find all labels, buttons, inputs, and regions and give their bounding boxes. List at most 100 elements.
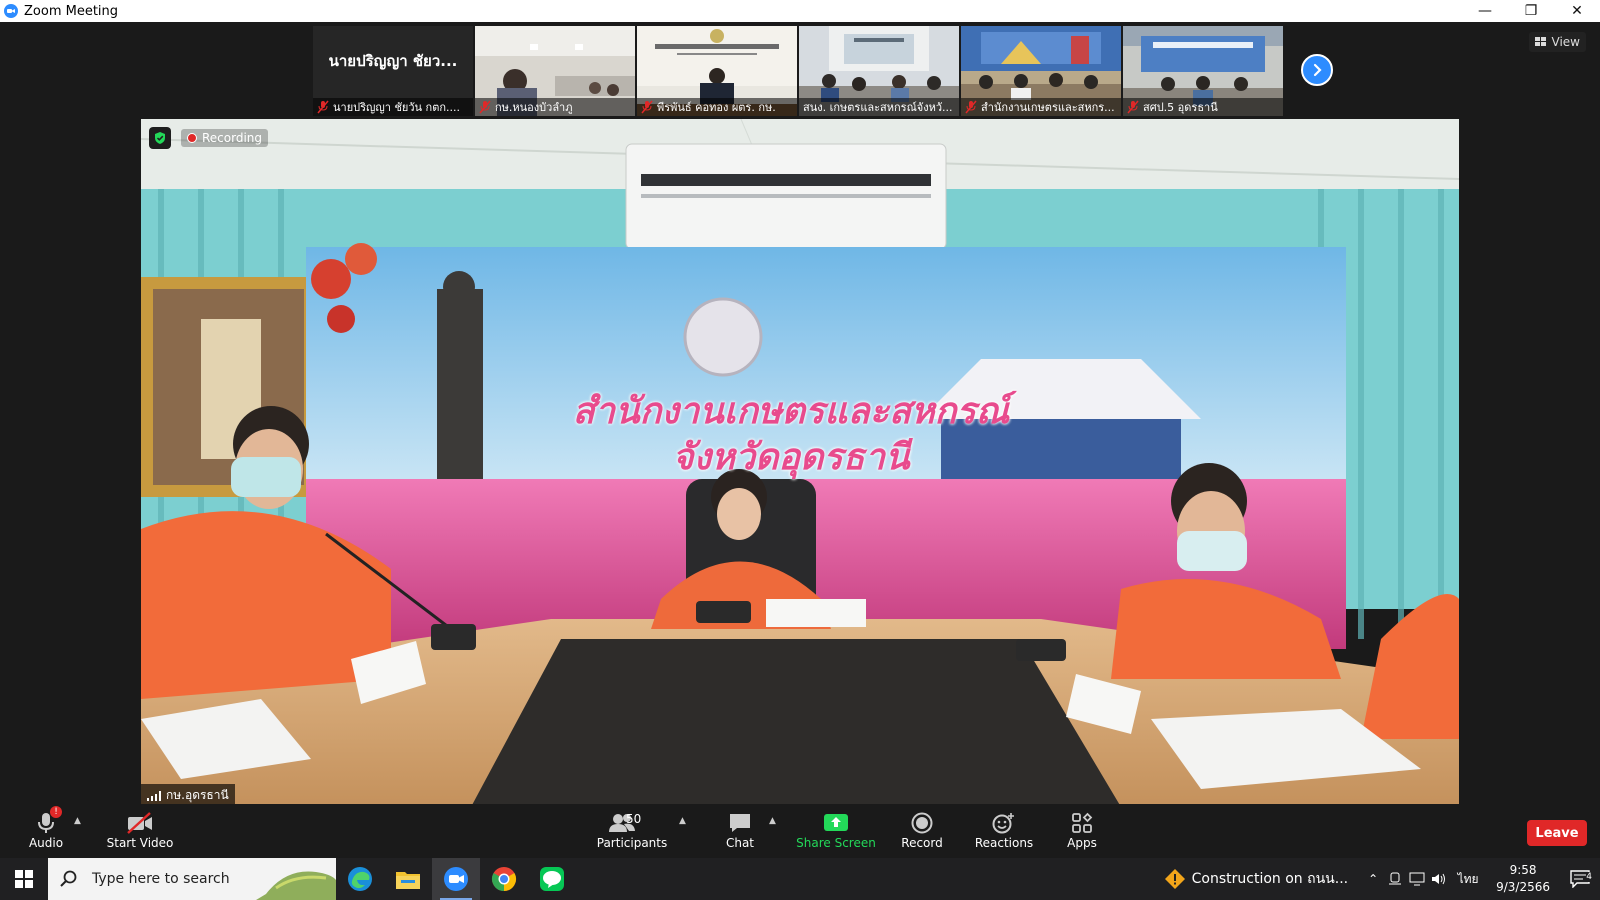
chat-label: Chat [725, 836, 755, 850]
start-video-button[interactable]: Start Video [104, 810, 176, 850]
audio-options-caret[interactable]: ▲ [74, 816, 81, 826]
participants-count: 50 [626, 812, 642, 826]
zoom-app-icon [4, 4, 18, 18]
start-button[interactable] [0, 858, 48, 900]
leave-button[interactable]: Leave [1527, 820, 1587, 846]
view-label: View [1551, 35, 1580, 49]
window-title: Zoom Meeting [24, 3, 119, 19]
active-speaker-video[interactable]: สำนักงานเกษตรและสหกรณ์ จังหวัดอุดรธานี R… [141, 119, 1459, 807]
participant-name: สนง. เกษตรและสหกรณ์จังหวั... [803, 101, 953, 114]
muted-mic-icon [479, 100, 491, 114]
signal-strength-icon [147, 790, 161, 801]
banner-line-2: จังหวัดอุดรธานี [672, 437, 910, 478]
participant-label: นายปริญญา ชัยวัน กตก.... [313, 98, 473, 116]
participant-tile[interactable]: สนง. เกษตรและสหกรณ์จังหวั... [799, 26, 959, 116]
show-hidden-icons-chevron[interactable]: ⌃ [1362, 872, 1384, 886]
banner-line-1: สำนักงานเกษตรและสหกรณ์ [572, 391, 1010, 432]
participant-name: กษ.หนองบัวลำภู [495, 101, 573, 114]
recording-dot-icon [187, 133, 197, 143]
share-screen-button[interactable]: Share Screen [796, 810, 876, 850]
gallery-strip: นายปริญญา ชัยว... นายปริญญา ชัยวัน กตก..… [313, 26, 1283, 116]
restore-button[interactable]: ❐ [1508, 0, 1554, 22]
taskbar-chrome[interactable] [480, 858, 528, 900]
muted-mic-icon [965, 100, 977, 114]
chat-options-caret[interactable]: ▲ [769, 816, 776, 826]
chat-icon [730, 814, 750, 832]
recording-indicator[interactable]: Recording [181, 129, 269, 147]
zoom-icon [444, 867, 468, 891]
participants-options-caret[interactable]: ▲ [679, 816, 686, 826]
apps-icon [1072, 812, 1093, 833]
record-button[interactable]: Record [898, 810, 946, 850]
meeting-area: นายปริญญา ชัยว... นายปริญญา ชัยวัน กตก..… [0, 22, 1600, 807]
search-icon [60, 870, 77, 887]
apps-button[interactable]: Apps [1058, 810, 1106, 850]
window-titlebar: Zoom Meeting — ❐ ✕ [0, 0, 1600, 22]
grid-view-icon [1534, 37, 1546, 46]
taskbar-search-box[interactable]: Type here to search [48, 858, 336, 900]
search-highlight-image [256, 871, 336, 900]
audio-button[interactable]: ! Audio [22, 806, 70, 850]
encryption-shield-icon[interactable] [149, 127, 171, 149]
warning-diamond-icon [1164, 869, 1185, 889]
start-video-label: Start Video [106, 836, 174, 850]
participant-label: สนง. เกษตรและสหกรณ์จังหวั... [799, 98, 959, 116]
windows-logo-icon [15, 870, 33, 888]
volume-icon[interactable] [1428, 872, 1450, 886]
taskbar-file-explorer[interactable] [384, 858, 432, 900]
chevron-right-icon [1313, 63, 1322, 77]
search-placeholder: Type here to search [92, 871, 230, 887]
minimize-button[interactable]: — [1462, 0, 1508, 22]
participant-tile[interactable]: กษ.หนองบัวลำภู [475, 26, 635, 116]
participant-label: สศป.5 อุดรธานี [1123, 98, 1283, 116]
participant-name: พีรพันธ์ คอทอง ผตร. กษ. [657, 101, 776, 114]
network-icon[interactable] [1406, 872, 1428, 886]
speaker-name: กษ.อุดรธานี [166, 788, 229, 802]
record-icon [911, 812, 933, 834]
share-screen-icon [824, 814, 848, 831]
view-button[interactable]: View [1528, 32, 1586, 52]
taskbar-clock[interactable]: 9:58 9/3/2566 [1496, 862, 1550, 896]
meeting-toolbar: ! Audio ▲ Start Video 50 Participants ▲ … [0, 804, 1600, 858]
close-button[interactable]: ✕ [1554, 0, 1600, 22]
taskbar-line[interactable] [528, 858, 576, 900]
muted-mic-icon [317, 100, 329, 114]
muted-mic-icon [641, 100, 653, 114]
chrome-icon [491, 867, 517, 891]
participant-tile[interactable]: สำนักงานเกษตรและสหกร... [961, 26, 1121, 116]
reactions-label: Reactions [974, 836, 1034, 850]
record-label: Record [901, 836, 943, 850]
taskbar-edge[interactable] [336, 858, 384, 900]
chat-button[interactable]: Chat [716, 810, 764, 850]
system-tray: Construction on ถนน... ⌃ ไทย 9:58 9/3/25… [1164, 858, 1600, 900]
participant-tile[interactable]: นายปริญญา ชัยว... นายปริญญา ชัยวัน กตก..… [313, 26, 473, 116]
audio-warning-badge: ! [50, 806, 62, 818]
news-text: Construction on ถนน... [1191, 871, 1349, 887]
reactions-smiley-icon [992, 813, 1014, 834]
input-language-indicator[interactable]: ไทย [1450, 870, 1486, 889]
participant-label: กษ.หนองบัวลำภู [475, 98, 635, 116]
line-icon [540, 867, 564, 891]
participant-name: สศป.5 อุดรธานี [1143, 101, 1218, 114]
gallery-next-button[interactable] [1301, 54, 1333, 86]
participant-label: พีรพันธ์ คอทอง ผตร. กษ. [637, 98, 797, 116]
news-widget[interactable]: Construction on ถนน... [1164, 868, 1348, 890]
banner-text: สำนักงานเกษตรและสหกรณ์ จังหวัดอุดรธานี [511, 389, 1071, 481]
video-off-icon [127, 812, 152, 834]
clock-date: 9/3/2566 [1496, 880, 1550, 894]
meet-now-icon[interactable] [1384, 872, 1406, 886]
participant-tile[interactable]: สศป.5 อุดรธานี [1123, 26, 1283, 116]
participants-button[interactable]: 50 Participants [596, 810, 668, 850]
participant-display-name: นายปริญญา ชัยว... [328, 52, 458, 70]
taskbar-zoom[interactable] [432, 858, 480, 900]
participant-name: สำนักงานเกษตรและสหกร... [981, 101, 1115, 114]
recording-label: Recording [202, 131, 263, 145]
reactions-button[interactable]: Reactions [972, 810, 1036, 850]
participant-label: สำนักงานเกษตรและสหกร... [961, 98, 1121, 116]
edge-icon [348, 867, 372, 891]
file-explorer-icon [396, 872, 420, 889]
clock-time: 9:58 [1509, 863, 1537, 877]
notification-center-button[interactable]: 4 [1560, 870, 1600, 888]
participant-tile[interactable]: พีรพันธ์ คอทอง ผตร. กษ. [637, 26, 797, 116]
windows-taskbar: Type here to search Construction on ถนน.… [0, 858, 1600, 900]
